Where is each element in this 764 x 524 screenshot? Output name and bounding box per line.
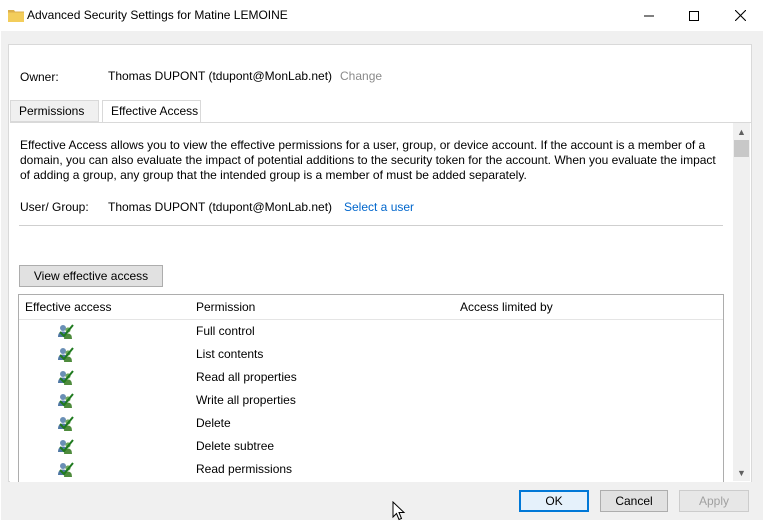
cancel-button[interactable]: Cancel bbox=[600, 490, 668, 512]
vertical-scrollbar[interactable] bbox=[733, 123, 750, 481]
apply-button[interactable]: Apply bbox=[679, 490, 749, 512]
allowed-icon bbox=[57, 461, 75, 478]
owner-label: Owner: bbox=[20, 70, 59, 84]
allowed-icon bbox=[57, 392, 75, 409]
tab-permissions[interactable]: Permissions bbox=[10, 100, 99, 122]
allowed-icon bbox=[57, 415, 75, 432]
allowed-icon bbox=[57, 323, 75, 340]
scrollbar-thumb[interactable] bbox=[734, 140, 749, 157]
column-header-effective-access[interactable]: Effective access bbox=[25, 300, 111, 314]
user-group-value: Thomas DUPONT (tdupont@MonLab.net) bbox=[108, 200, 333, 214]
effective-access-table bbox=[18, 294, 724, 482]
allowed-icon bbox=[57, 369, 75, 386]
maximize-icon bbox=[689, 10, 699, 21]
user-group-label: User/ Group: bbox=[20, 200, 89, 214]
ok-button[interactable]: OK bbox=[519, 490, 589, 512]
column-header-permission[interactable]: Permission bbox=[196, 300, 255, 314]
view-effective-access-button[interactable]: View effective access bbox=[19, 265, 163, 287]
minimize-icon bbox=[644, 15, 654, 16]
table-header bbox=[19, 295, 723, 320]
tab-effective-access[interactable]: Effective Access bbox=[102, 100, 201, 123]
change-owner-link[interactable]: Change bbox=[340, 69, 382, 83]
maximize-button[interactable] bbox=[671, 0, 717, 31]
table-row-permission: Delete subtree bbox=[196, 439, 275, 453]
allowed-icon bbox=[57, 346, 75, 363]
table-row-permission: Delete bbox=[196, 416, 231, 430]
close-icon bbox=[734, 10, 746, 21]
close-button[interactable] bbox=[717, 0, 763, 31]
scroll-down-icon[interactable]: ▼ bbox=[733, 464, 750, 481]
table-row-permission: Read permissions bbox=[196, 462, 293, 476]
effective-access-description: Effective Access allows you to view the … bbox=[20, 138, 716, 182]
owner-value: Thomas DUPONT (tdupont@MonLab.net) bbox=[108, 69, 333, 83]
table-row-permission: Write all properties bbox=[196, 393, 296, 407]
folder-icon bbox=[8, 8, 24, 22]
separator bbox=[19, 225, 723, 226]
table-row-permission: Read all properties bbox=[196, 370, 297, 384]
table-row-permission: List contents bbox=[196, 347, 264, 361]
allowed-icon bbox=[57, 438, 75, 455]
table-row-permission: Full control bbox=[196, 324, 255, 338]
column-header-access-limited-by[interactable]: Access limited by bbox=[460, 300, 553, 314]
minimize-button[interactable] bbox=[626, 0, 672, 31]
select-user-link[interactable]: Select a user bbox=[344, 200, 414, 214]
mouse-cursor-icon bbox=[392, 500, 406, 521]
window-title: Advanced Security Settings for Matine LE… bbox=[27, 8, 288, 22]
scroll-up-icon[interactable]: ▲ bbox=[733, 123, 750, 140]
